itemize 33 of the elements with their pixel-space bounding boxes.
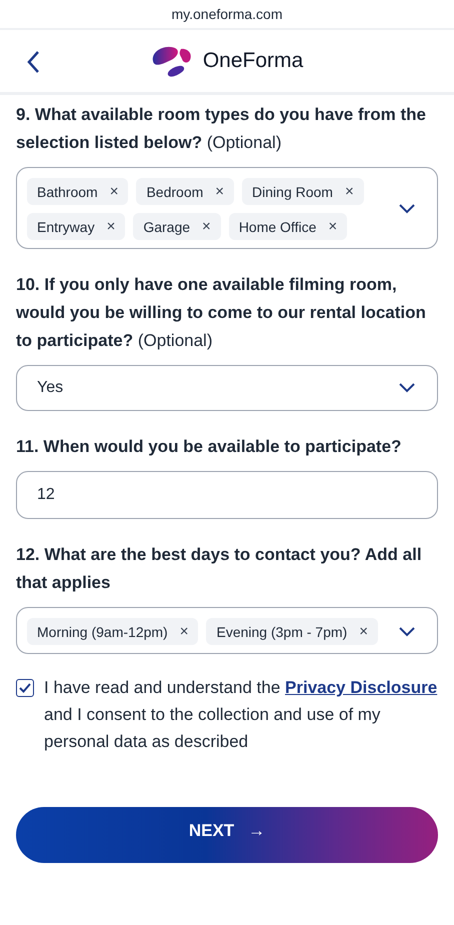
chip-label: Morning (9am-12pm) <box>37 624 168 640</box>
remove-chip-button[interactable]: × <box>215 183 224 200</box>
chip-label: Garage <box>143 218 190 234</box>
text-input-field[interactable]: 12 <box>16 471 438 519</box>
question-label: 10. If you only have one available filming room, would you be willing to come to our rental location to participate? (Optional) <box>16 275 426 350</box>
chevron-down-icon <box>399 204 415 214</box>
select-field[interactable]: Yes <box>16 365 438 411</box>
chip-label: Entryway <box>37 218 95 234</box>
remove-chip-button[interactable]: × <box>202 218 211 235</box>
question-label: 9. What available room types do you have from the selection listed below? (Optional) <box>16 105 426 152</box>
privacy-disclosure-link[interactable]: Privacy Disclosure <box>285 678 438 697</box>
remove-chip-button[interactable]: × <box>180 623 188 640</box>
remove-chip-button[interactable]: × <box>110 183 118 200</box>
chip-label: Evening (3pm - 7pm) <box>216 624 348 640</box>
consent-checkbox[interactable] <box>16 679 34 697</box>
chip-label: Bedroom <box>146 184 204 200</box>
chip-label: Home Office <box>238 218 316 234</box>
consent-text: I have read and understand the Privacy Disclosure and I consent to the collection and use of my personal data as described <box>44 677 438 753</box>
chevron-down-icon <box>399 383 415 393</box>
next-button[interactable]: NEXT → <box>16 807 438 863</box>
question-label: 12. What are the best days to contact you? Add all that applies <box>16 545 422 592</box>
multiselect-field[interactable]: Morning (9am-12pm) × Evening (3pm - 7pm) × <box>16 607 438 654</box>
chip-label: Dining Room <box>252 184 333 200</box>
multiselect-field[interactable]: Bathroom × Bedroom × Dining Room × Entryway × Garage × Home Office × <box>16 167 438 249</box>
remove-chip-button[interactable]: × <box>359 623 368 640</box>
remove-chip-button[interactable]: × <box>328 218 338 235</box>
chip-label: Bathroom <box>37 184 98 200</box>
remove-chip-button[interactable]: × <box>344 183 354 200</box>
url-text: my.oneforma.com <box>172 6 282 22</box>
question-label: 11. When would you be available to participate? <box>16 437 402 456</box>
brand-name: OneForma <box>202 49 304 73</box>
remove-chip-button[interactable]: × <box>106 218 116 235</box>
chevron-down-icon <box>399 626 415 636</box>
